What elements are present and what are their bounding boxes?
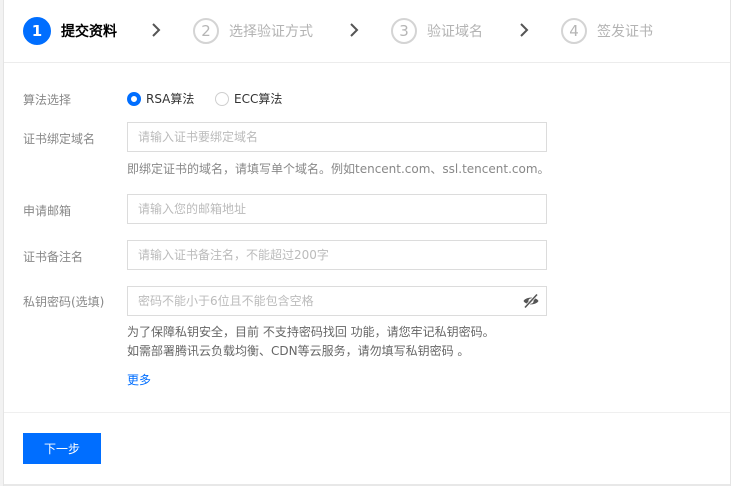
domain-hint: 即绑定证书的域名，请填写单个域名。例如tencent.com、ssl.tence… — [127, 162, 550, 176]
step-indicator: 1 提交资料 2 选择验证方式 3 验证域名 4 签发证书 — [4, 0, 730, 63]
more-link[interactable]: 更多 — [127, 371, 151, 388]
chevron-right-icon — [517, 22, 531, 38]
radio-dot-icon — [127, 91, 141, 106]
chevron-right-icon — [149, 22, 163, 38]
step-3-number: 3 — [391, 18, 417, 44]
divider — [4, 412, 730, 413]
ecc-radio-label: ECC算法 — [234, 92, 283, 106]
step-2-number: 2 — [193, 18, 219, 44]
email-input[interactable] — [127, 194, 547, 224]
step-1-label: 提交资料 — [61, 24, 117, 40]
chevron-right-icon — [347, 22, 361, 38]
algorithm-label: 算法选择 — [23, 93, 72, 107]
remark-input[interactable] — [127, 240, 547, 270]
step-1: 1 提交资料 — [23, 16, 117, 46]
private-key-password-label: 私钥密码(选填) — [23, 295, 105, 309]
step-3-label: 验证域名 — [427, 24, 483, 40]
remark-label: 证书备注名 — [23, 250, 84, 264]
step-2: 2 选择验证方式 — [193, 16, 313, 46]
rsa-radio-label: RSA算法 — [146, 92, 195, 106]
email-label: 申请邮箱 — [23, 204, 72, 218]
eye-off-icon[interactable] — [522, 292, 540, 310]
step-1-number: 1 — [23, 17, 51, 45]
domain-label: 证书绑定域名 — [23, 132, 96, 146]
radio-dot-icon — [215, 91, 229, 106]
step-3: 3 验证域名 — [391, 16, 483, 46]
rsa-radio[interactable]: RSA算法 — [127, 90, 194, 107]
step-2-label: 选择验证方式 — [229, 24, 313, 40]
password-hint-line-1: 为了保障私钥安全，目前 不支持密码找回 功能，请您牢记私钥密码。 — [127, 325, 495, 339]
ecc-radio[interactable]: ECC算法 — [215, 90, 282, 107]
step-4-number: 4 — [561, 18, 587, 44]
form-card: 1 提交资料 2 选择验证方式 3 验证域名 4 签发证书 算法选择 RSA算法 — [3, 0, 731, 486]
private-key-password-input[interactable] — [127, 286, 547, 316]
step-4-label: 签发证书 — [597, 24, 653, 40]
next-step-button[interactable]: 下一步 — [23, 433, 101, 464]
password-hint-line-2: 如需部署腾讯云负载均衡、CDN等云服务，请勿填写私钥密码 。 — [127, 344, 470, 358]
step-4: 4 签发证书 — [561, 16, 653, 46]
domain-input[interactable] — [127, 122, 547, 152]
